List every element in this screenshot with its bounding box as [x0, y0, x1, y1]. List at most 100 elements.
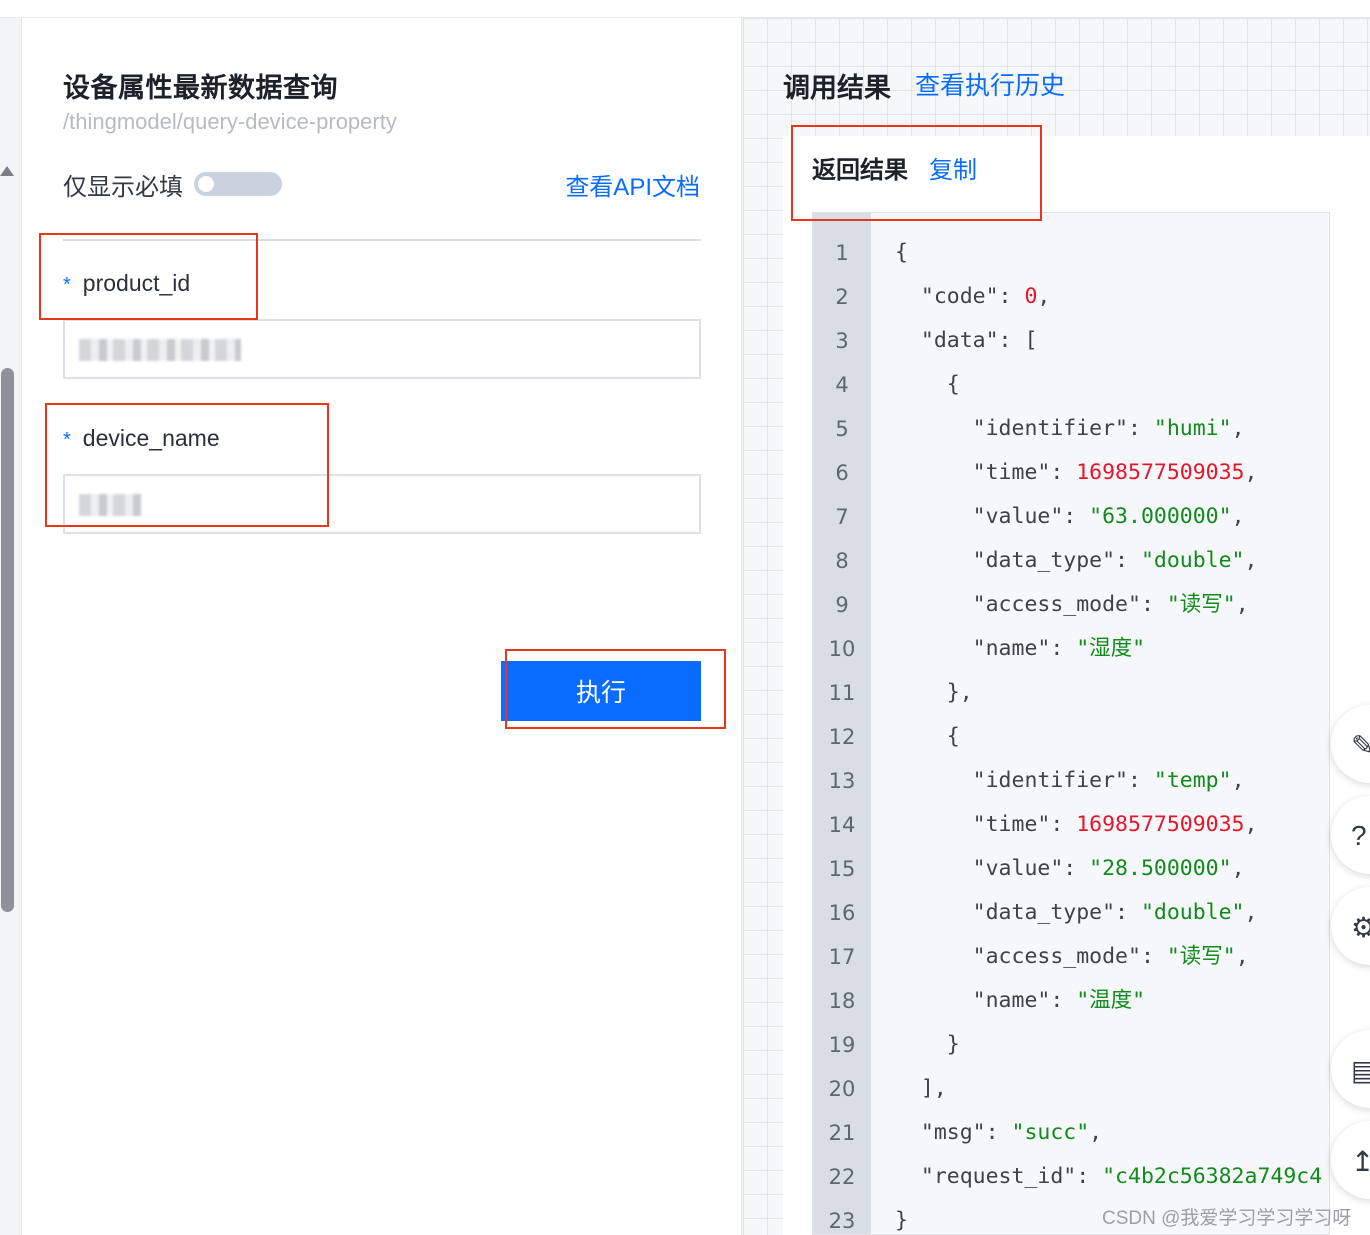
code-line: 13 "identifier": "temp",: [813, 759, 1329, 803]
line-number: 1: [835, 241, 849, 265]
line-number: 6: [835, 461, 849, 485]
code-line: 11 },: [813, 671, 1329, 715]
code-line: 20 ],: [813, 1067, 1329, 1111]
code-text: {: [895, 724, 960, 749]
line-number: 7: [835, 505, 849, 529]
execute-button[interactable]: 执行: [501, 661, 701, 721]
code-text: },: [895, 680, 973, 705]
code-line: 6 "time": 1698577509035,: [813, 451, 1329, 495]
copy-button[interactable]: 复制: [929, 150, 977, 185]
settings-icon: ⚙: [1351, 912, 1370, 943]
collapse-icon: ↥: [1351, 1146, 1370, 1177]
code-line: 16 "data_type": "double",: [813, 891, 1329, 935]
json-code-viewer[interactable]: 1{2 "code": 0, 3 "data": [4 {5 "identifie…: [812, 212, 1330, 1235]
product-id-label-text: product_id: [82, 270, 191, 296]
code-line: 14 "time": 1698577509035,: [813, 803, 1329, 847]
scroll-up-arrow-icon[interactable]: [0, 166, 14, 176]
line-number: 16: [828, 901, 856, 925]
code-text: }: [895, 1208, 908, 1233]
line-number: 11: [828, 681, 856, 705]
line-number: 10: [828, 637, 856, 661]
code-text: "time": 1698577509035,: [895, 460, 1258, 485]
code-line: 15 "value": "28.500000",: [813, 847, 1329, 891]
line-number: 8: [835, 549, 849, 573]
line-number: 19: [828, 1033, 856, 1057]
api-doc-link[interactable]: 查看API文档: [565, 167, 700, 202]
line-number: 4: [835, 373, 849, 397]
code-line: 18 "name": "温度": [813, 979, 1329, 1023]
line-number: 9: [835, 593, 849, 617]
code-line: 9 "access_mode": "读写",: [813, 583, 1329, 627]
code-text: "identifier": "humi",: [895, 416, 1245, 441]
device-name-label: * device_name: [63, 425, 220, 452]
code-text: "access_mode": "读写",: [895, 592, 1249, 617]
line-number: 12: [828, 725, 856, 749]
code-text: "value": "63.000000",: [895, 504, 1245, 529]
code-text: "name": "湿度": [895, 636, 1146, 661]
execution-history-link[interactable]: 查看执行历史: [915, 66, 1065, 102]
line-number: 23: [828, 1209, 856, 1233]
code-text: "access_mode": "读写",: [895, 944, 1249, 969]
code-line: 21 "msg": "succ",: [813, 1111, 1329, 1155]
divider: [63, 239, 701, 241]
line-number: 17: [828, 945, 856, 969]
code-text: "data_type": "double",: [895, 900, 1258, 925]
code-line: 3 "data": [: [813, 319, 1329, 363]
api-form-panel: 设备属性最新数据查询 /thingmodel/query-device-prop…: [22, 18, 742, 1235]
masked-value: [79, 339, 241, 361]
code-line: 12 {: [813, 715, 1329, 759]
line-number: 22: [828, 1165, 856, 1189]
result-title: 调用结果: [783, 73, 891, 103]
masked-value: [79, 494, 141, 516]
code-text: "request_id": "c4b2c56382a749c4: [895, 1164, 1323, 1189]
device-name-input[interactable]: [63, 474, 701, 534]
code-text: "data": [: [895, 328, 1038, 353]
line-number: 20: [828, 1077, 856, 1101]
product-id-input[interactable]: [63, 319, 701, 379]
code-line: 8 "data_type": "double",: [813, 539, 1329, 583]
help-icon: ?: [1351, 820, 1367, 851]
code-text: ],: [895, 1076, 947, 1101]
top-edge-bar: [0, 0, 1370, 18]
required-only-toggle[interactable]: [194, 172, 282, 196]
required-star-icon: *: [63, 429, 71, 451]
code-line: 5 "identifier": "humi",: [813, 407, 1329, 451]
line-number: 18: [828, 989, 856, 1013]
code-text: "identifier": "temp",: [895, 768, 1245, 793]
return-result-label: 返回结果: [812, 157, 908, 184]
code-text: "data_type": "double",: [895, 548, 1258, 573]
code-text: }: [895, 1032, 960, 1057]
line-number: 2: [835, 285, 849, 309]
code-line: 2 "code": 0,: [813, 275, 1329, 319]
code-text: "value": "28.500000",: [895, 856, 1245, 881]
toggle-knob: [198, 176, 214, 192]
code-text: "msg": "succ",: [895, 1120, 1103, 1145]
code-line: 1{: [813, 231, 1329, 275]
line-number: 5: [835, 417, 849, 441]
device-name-label-text: device_name: [82, 425, 220, 451]
code-line: 19 }: [813, 1023, 1329, 1067]
edit-icon: ✎: [1351, 730, 1370, 761]
result-card: 返回结果 复制 1{2 "code": 0, 3 "data": [4 {5 "i…: [783, 136, 1370, 1235]
code-text: "name": "温度": [895, 988, 1146, 1013]
left-scrollbar[interactable]: [0, 18, 22, 1235]
code-line: 7 "value": "63.000000",: [813, 495, 1329, 539]
code-line: 22 "request_id": "c4b2c56382a749c4: [813, 1155, 1329, 1199]
result-panel: 调用结果 查看执行历史 返回结果 复制 1{2 "code": 0, 3 "dat…: [743, 18, 1370, 1235]
code-line: 17 "access_mode": "读写",: [813, 935, 1329, 979]
line-number: 3: [835, 329, 849, 353]
product-id-label: * product_id: [63, 270, 190, 297]
line-number: 15: [828, 857, 856, 881]
watermark: CSDN @我爱学习学习学习呀: [1102, 1208, 1352, 1229]
required-only-label: 仅显示必填: [63, 174, 183, 201]
line-number: 13: [828, 769, 856, 793]
line-number: 14: [828, 813, 856, 837]
form-title: 设备属性最新数据查询: [63, 73, 338, 103]
code-text: {: [895, 240, 908, 265]
code-text: "time": 1698577509035,: [895, 812, 1258, 837]
code-line: 4 {: [813, 363, 1329, 407]
form-icon: ▤: [1351, 1055, 1370, 1086]
required-star-icon: *: [63, 274, 71, 296]
scrollbar-thumb[interactable]: [1, 368, 14, 912]
code-line: 10 "name": "湿度": [813, 627, 1329, 671]
